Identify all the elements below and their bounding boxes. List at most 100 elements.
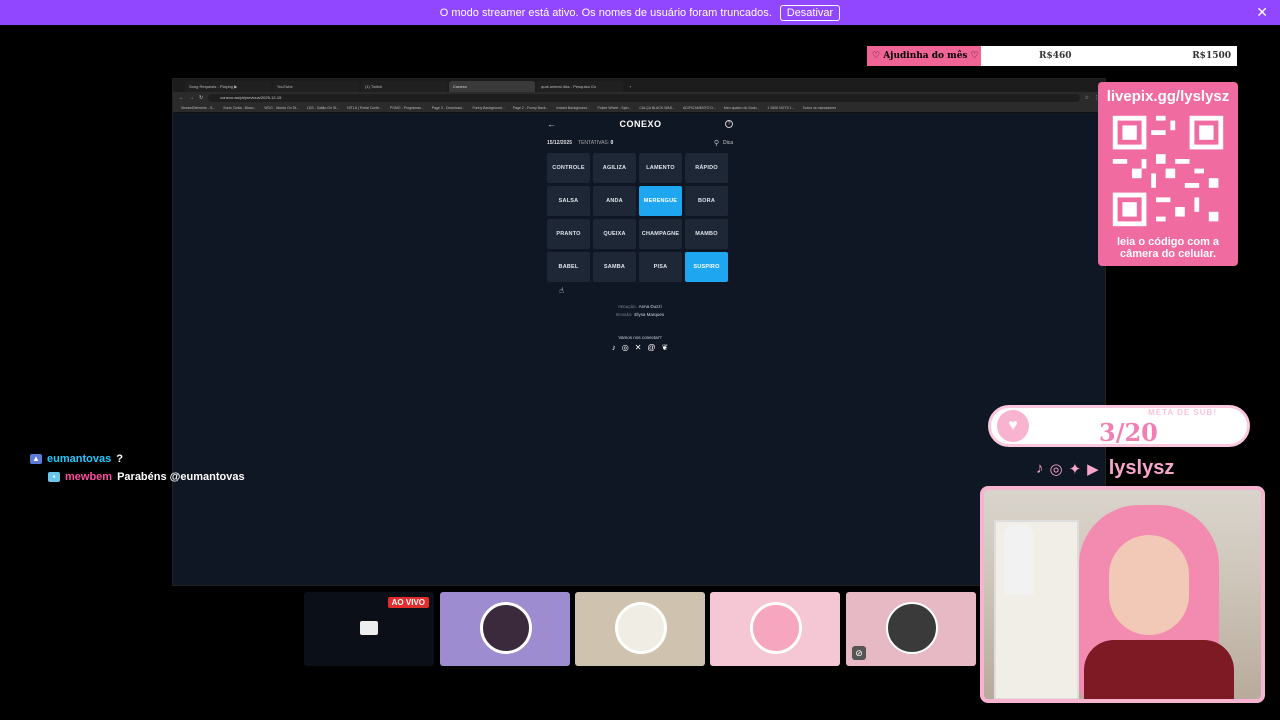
word-card[interactable]: CHAMPAGNE xyxy=(639,219,682,249)
x-icon[interactable]: ✕ xyxy=(635,343,642,352)
tab-song-requests[interactable]: Song Requests - Playing ▶ xyxy=(185,81,271,92)
tries-value: 0 xyxy=(610,140,614,146)
word-card[interactable]: AGILIZA xyxy=(593,153,636,183)
guest-tile xyxy=(440,592,570,666)
disable-streamer-mode-button[interactable]: Desativar xyxy=(779,4,841,21)
bookmark-item[interactable]: Sonic Gotta - Bloco... xyxy=(223,106,256,110)
browser-window: Song Requests - Playing ▶ YouTube (1) Tw… xyxy=(172,78,1106,586)
reload-icon[interactable]: ↻ xyxy=(199,95,203,101)
word-card[interactable]: PRANTO xyxy=(547,219,590,249)
youtube-icon: ▶ xyxy=(1087,460,1099,478)
url-input[interactable]: conexo.ws/pt/previous/2025-12-15 xyxy=(208,94,1080,102)
banner-message: O modo streamer está ativo. Os nomes de … xyxy=(439,6,772,19)
qr-caption: leia o código com a câmera do celular. xyxy=(1098,236,1238,260)
guest-tile-screen: AO VIVO xyxy=(304,592,434,666)
chat-username: eumantovas xyxy=(47,453,112,465)
mouse-cursor-icon: ☝ xyxy=(559,286,564,295)
close-icon[interactable]: ✕ xyxy=(1256,4,1268,21)
word-card[interactable]: MERENGUE xyxy=(639,186,682,216)
address-bar-row: ← → ↻ conexo.ws/pt/previous/2025-12-15 ☆… xyxy=(173,92,1105,104)
bookmark-item[interactable]: WCG - Words On St... xyxy=(264,106,299,110)
chat-overlay: ▲ eumantovas ? ▪ mewbem Parabéns @eumant… xyxy=(30,450,245,486)
chat-text: Parabéns @eumantovas xyxy=(117,471,245,483)
bookmark-item[interactable]: Page 2 - Funny Back... xyxy=(513,106,549,110)
word-card[interactable]: BABEL xyxy=(547,252,590,282)
bookmark-item[interactable]: Pokee Wheel - Spin... xyxy=(597,106,631,110)
streamer-face xyxy=(1109,535,1189,635)
streamer-mode-banner: O modo streamer está ativo. Os nomes de … xyxy=(0,0,1280,25)
word-card[interactable]: CONTROLE xyxy=(547,153,590,183)
bookmark-item[interactable]: PGMG - Programas... xyxy=(390,106,424,110)
bookmark-item[interactable]: Funny Background... xyxy=(472,106,504,110)
channel-socials: ♪ ◎ ✦ ▶ lyslysz xyxy=(1036,457,1174,480)
avatar xyxy=(480,602,532,654)
bluesky-icon[interactable]: ❦ xyxy=(662,343,669,352)
conexo-page: ← CONEXO ? 15/12/2025 TENTATIVAS: 0 ⚲ Di… xyxy=(173,114,1105,585)
channel-name: lyslysz xyxy=(1108,457,1175,479)
star-icon[interactable]: ☆ xyxy=(1085,95,1089,101)
chat-username: mewbem xyxy=(65,471,113,483)
back-arrow-icon[interactable]: ← xyxy=(547,119,556,129)
new-tab-icon[interactable]: + xyxy=(625,81,637,92)
webcam-feed xyxy=(980,486,1265,703)
badge-icon: ▪ xyxy=(48,472,60,482)
bookmark-item[interactable]: StreamElements - S... xyxy=(181,106,215,110)
bookmark-item[interactable]: Meu quadro do Sodo... xyxy=(724,106,760,110)
tiktok-icon: ♪ xyxy=(1036,460,1044,477)
hint-label: Dica xyxy=(722,140,733,146)
lightbulb-icon: ⚲ xyxy=(713,140,719,147)
word-card[interactable]: SALSA xyxy=(547,186,590,216)
instagram-icon[interactable]: ◎ xyxy=(622,343,629,352)
word-card[interactable]: ANDA xyxy=(593,186,636,216)
tab-youtube[interactable]: YouTube xyxy=(273,81,359,92)
back-nav-icon[interactable]: ← xyxy=(179,95,184,101)
word-card[interactable]: BORA xyxy=(685,186,728,216)
avatar xyxy=(615,602,667,654)
bookmark-item[interactable]: 1 2606 NOTS 1... xyxy=(767,106,794,110)
bookmark-item[interactable]: Page 3 - Download... xyxy=(432,106,465,110)
word-grid: CONTROLE AGILIZA LAMENTO RÁPIDO SALSA ANDA MER… xyxy=(547,153,733,282)
word-card[interactable]: QUEIXA xyxy=(593,219,636,249)
tries-counter: TENTATIVAS: 0 xyxy=(578,140,613,146)
bookmark-item[interactable]: ADIFICAMENTO D... xyxy=(683,106,716,110)
avatar xyxy=(886,602,938,654)
hint-button[interactable]: ⚲ Dica xyxy=(714,139,733,147)
tab-search[interactable]: qual animal diss - Pesquisa Go xyxy=(537,81,623,92)
word-card[interactable]: LAMENTO xyxy=(639,153,682,183)
forward-nav-icon[interactable]: → xyxy=(189,95,194,101)
bookmark-item[interactable]: LDS - Gatão On St... xyxy=(307,106,339,110)
word-card[interactable]: SAMBA xyxy=(593,252,636,282)
donation-goal-bar: ♡ Ajudinha do mês ♡ R$460 R$1500 xyxy=(867,46,1237,66)
conexo-game: ← CONEXO ? 15/12/2025 TENTATIVAS: 0 ⚲ Di… xyxy=(547,114,733,352)
sub-goal-widget: ♥ META DE SUB! 3/20 xyxy=(988,405,1250,447)
tab-strip: Song Requests - Playing ▶ YouTube (1) Tw… xyxy=(173,79,1105,92)
threads-icon[interactable]: @ xyxy=(647,343,655,352)
tiktok-icon[interactable]: ♪ xyxy=(612,343,616,352)
game-title: CONEXO xyxy=(619,119,662,129)
word-card[interactable]: RÁPIDO xyxy=(685,153,728,183)
help-icon[interactable]: ? xyxy=(724,120,733,128)
bookmark-item[interactable]: Instant Background... xyxy=(556,106,589,110)
instagram-icon: ◎ xyxy=(1049,460,1063,478)
bookmark-item[interactable]: Todos os marcadores xyxy=(803,106,836,110)
redacao-name: Anna Duzzi xyxy=(638,304,662,309)
social-links: ♪ ◎ ✕ @ ❦ xyxy=(547,343,733,352)
game-header: ← CONEXO ? xyxy=(547,114,733,134)
word-card[interactable]: MAMBO xyxy=(685,219,728,249)
tab-twitch[interactable]: (1) Twitch xyxy=(361,81,447,92)
bookmark-item[interactable]: NITLA | Portal Confir... xyxy=(347,106,382,110)
word-card[interactable]: SUSPIRO xyxy=(685,252,728,282)
bookmark-item[interactable]: CALÇA BLACK WAS... xyxy=(639,106,675,110)
goal-current: R$460 xyxy=(1039,51,1072,61)
lamp xyxy=(1004,525,1034,595)
puzzle-date: 15/12/2025 xyxy=(547,140,573,146)
goal-label: ♡ Ajudinha do mês ♡ xyxy=(867,46,981,66)
revisao-name: Elysa Marques xyxy=(634,312,665,317)
guest-tile: ⊘ xyxy=(846,592,976,666)
word-card[interactable]: PISA xyxy=(639,252,682,282)
connect-text: Vamos nos conectar? xyxy=(618,335,662,340)
qr-caption-line-1: leia o código com a xyxy=(1116,236,1220,248)
bookmarks-bar: StreamElements - S... Sonic Gotta - Bloc… xyxy=(173,104,1105,113)
tab-conexo[interactable]: Conexo xyxy=(449,81,535,92)
guest-tile xyxy=(710,592,840,666)
